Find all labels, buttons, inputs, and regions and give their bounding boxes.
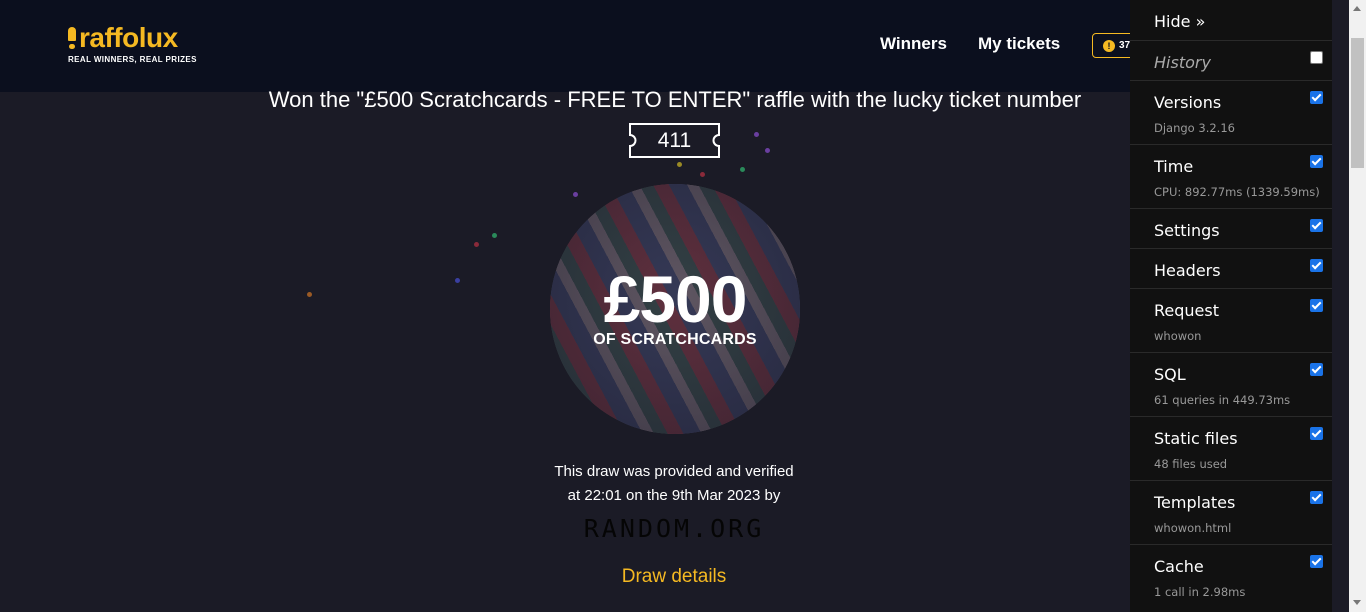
panel-headers[interactable]: Headers	[1130, 248, 1332, 288]
verification-line-2: at 22:01 on the 9th Mar 2023 by	[567, 487, 781, 504]
panel-toggle-checkbox[interactable]	[1310, 491, 1323, 504]
panel-title: Settings	[1154, 221, 1220, 240]
prize-amount: £500	[603, 262, 748, 336]
panel-title: Static files	[1154, 429, 1238, 448]
panel-toggle-checkbox[interactable]	[1310, 219, 1323, 232]
draw-details-link[interactable]: Draw details	[574, 566, 774, 588]
panel-toggle-checkbox[interactable]	[1310, 51, 1323, 64]
page-edge	[1332, 0, 1349, 612]
prize-label: OF SCRATCHCARDS	[593, 331, 757, 348]
panel-title: History	[1154, 53, 1211, 72]
panel-title: Time	[1154, 157, 1194, 176]
random-org-logo[interactable]: RANDOM.ORG	[574, 514, 774, 543]
panel-title: Versions	[1154, 93, 1222, 112]
logo-text: raffolux	[79, 22, 178, 53]
verification-line-1: This draw was provided and verified	[554, 463, 794, 480]
debug-toolbar: Hide » History Versions Django 3.2.16 Ti…	[1130, 0, 1332, 612]
winner-announcement: Won the "£500 Scratchcards - FREE TO ENT…	[268, 87, 1082, 112]
confetti-dot	[474, 242, 479, 247]
confetti-dot	[677, 162, 682, 167]
confetti-dot	[700, 172, 705, 177]
panel-subtitle: 61 queries in 449.73ms	[1154, 393, 1291, 407]
confetti-dot	[754, 132, 759, 137]
panel-time[interactable]: Time CPU: 892.77ms (1339.59ms)	[1130, 144, 1332, 208]
prize-image: £500 OF SCRATCHCARDS	[550, 184, 800, 434]
coin-icon: !	[1103, 39, 1115, 52]
panel-toggle-checkbox[interactable]	[1310, 91, 1323, 104]
confetti-dot	[455, 278, 460, 283]
ticket-number-badge: 411	[628, 122, 721, 159]
panel-subtitle: 48 files used	[1154, 457, 1228, 471]
ticket-number: 411	[657, 129, 692, 152]
scroll-up-arrow-icon[interactable]	[1353, 6, 1361, 11]
confetti-dot	[307, 292, 312, 297]
panel-subtitle: whowon	[1154, 329, 1202, 343]
site-header: raffolux REAL WINNERS, REAL PRIZES Winne…	[0, 0, 1156, 92]
panel-toggle-checkbox[interactable]	[1310, 299, 1323, 312]
panel-subtitle: Django 3.2.16	[1154, 121, 1235, 135]
panel-settings[interactable]: Settings	[1130, 208, 1332, 248]
panel-toggle-checkbox[interactable]	[1310, 555, 1323, 568]
verification-text: This draw was provided and verified at 2…	[474, 460, 874, 508]
nav-my-tickets[interactable]: My tickets	[978, 34, 1060, 54]
panel-versions[interactable]: Versions Django 3.2.16	[1130, 80, 1332, 144]
panel-title: SQL	[1154, 365, 1186, 384]
panel-title: Request	[1154, 301, 1219, 320]
panel-templates[interactable]: Templates whowon.html	[1130, 480, 1332, 544]
confetti-dot	[765, 148, 770, 153]
panel-title: Cache	[1154, 557, 1204, 576]
panel-subtitle: whowon.html	[1154, 521, 1232, 535]
panel-subtitle: CPU: 892.77ms (1339.59ms)	[1154, 185, 1320, 199]
logo-tagline: REAL WINNERS, REAL PRIZES	[68, 55, 197, 64]
panel-toggle-checkbox[interactable]	[1310, 427, 1323, 440]
scroll-down-arrow-icon[interactable]	[1353, 600, 1361, 605]
vertical-scrollbar[interactable]	[1349, 0, 1366, 612]
nav-winners[interactable]: Winners	[880, 34, 947, 54]
panel-toggle-checkbox[interactable]	[1310, 363, 1323, 376]
hide-toolbar-button[interactable]: Hide »	[1154, 12, 1205, 31]
panel-sql[interactable]: SQL 61 queries in 449.73ms	[1130, 352, 1332, 416]
panel-request[interactable]: Request whowon	[1130, 288, 1332, 352]
panel-toggle-checkbox[interactable]	[1310, 155, 1323, 168]
panel-toggle-checkbox[interactable]	[1310, 259, 1323, 272]
confetti-dot	[492, 233, 497, 238]
scrollbar-thumb[interactable]	[1351, 38, 1364, 168]
raffolux-logo[interactable]: raffolux REAL WINNERS, REAL PRIZES	[68, 24, 197, 64]
panel-cache[interactable]: Cache 1 call in 2.98ms	[1130, 544, 1332, 612]
panel-title: Headers	[1154, 261, 1221, 280]
panel-subtitle: 1 call in 2.98ms	[1154, 585, 1246, 599]
panel-static-files[interactable]: Static files 48 files used	[1130, 416, 1332, 480]
panel-history[interactable]: History	[1130, 40, 1332, 80]
panel-title: Templates	[1154, 493, 1236, 512]
logo-mark-icon	[68, 27, 76, 49]
confetti-dot	[740, 167, 745, 172]
